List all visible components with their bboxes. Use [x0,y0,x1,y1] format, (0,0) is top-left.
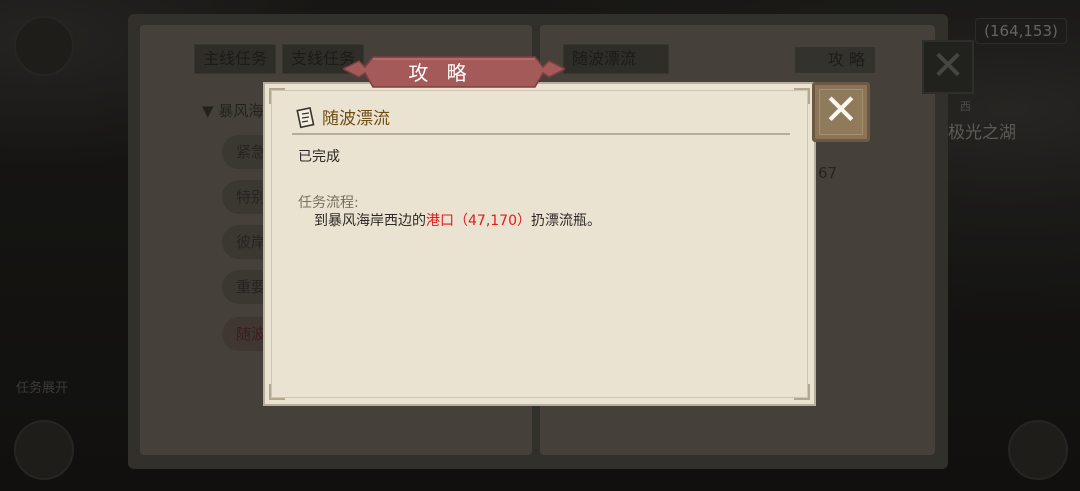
close-button[interactable]: ✕ [812,82,870,142]
flow-label: 任务流程: [298,195,359,211]
location-link[interactable]: 港口（47,170） [426,213,531,229]
close-icon: ✕ [823,85,859,134]
flow-description: 到暴风海岸西边的港口（47,170）扔漂流瓶。 [314,210,601,230]
frame-corner [269,384,285,400]
flow-prefix: 到暴风海岸西边的 [314,213,426,229]
dialog-frame [271,90,808,398]
title-divider [292,133,790,135]
scroll-icon [296,107,315,129]
quest-title: 随波漂流 [322,109,390,129]
flow-suffix: 扔漂流瓶。 [531,213,601,229]
dialog-header-title: 攻 略 [408,61,473,85]
frame-corner [794,88,810,104]
frame-corner [794,384,810,400]
frame-corner [269,88,285,104]
quest-status: 已完成 [298,149,340,165]
